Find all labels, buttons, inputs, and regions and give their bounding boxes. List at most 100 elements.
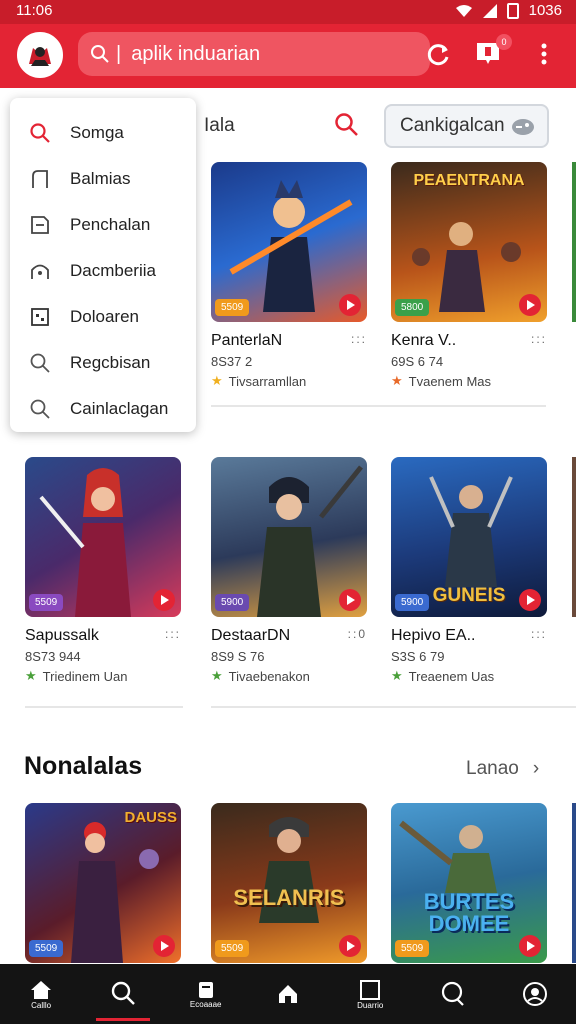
game-thumbnail[interactable]: DAUSS 5509 bbox=[25, 803, 181, 963]
game-card[interactable]: GUNEIS 5900 Hepivo EA..::: S3S 6 79 ★ Tre… bbox=[391, 457, 547, 684]
gamepad-icon bbox=[512, 119, 534, 135]
refresh-icon[interactable] bbox=[424, 40, 452, 68]
game-thumbnail[interactable]: 5509 bbox=[211, 162, 367, 322]
game-card[interactable]: DAUSS 5509 bbox=[25, 803, 181, 963]
game-card[interactable]: 5509 Sapussalk::: 8S73 944 ★ Triedinem Ua… bbox=[25, 457, 181, 684]
rating-label: Treaenem Uas bbox=[408, 668, 495, 684]
menu-item-label: Dacmberiia bbox=[70, 261, 156, 280]
partial-game-card[interactable] bbox=[572, 803, 576, 963]
more-vertical-icon[interactable] bbox=[530, 40, 558, 68]
game-title-row: Hepivo EA..::: bbox=[391, 627, 547, 645]
menu-item-dacmberiia[interactable]: Dacmberiia bbox=[10, 248, 196, 294]
play-icon[interactable] bbox=[519, 935, 541, 957]
game-card[interactable]: SELANRIS 5509 bbox=[211, 803, 367, 963]
game-thumbnail[interactable]: 5900 bbox=[211, 457, 367, 617]
nav-library[interactable]: Ecoaaae bbox=[179, 967, 233, 1021]
play-icon[interactable] bbox=[519, 294, 541, 316]
bookmark-icon bbox=[28, 167, 52, 191]
rating-label: Tvaenem Mas bbox=[408, 373, 492, 389]
game-title-row: PanterlaN::: bbox=[211, 332, 367, 350]
game-meta: 8S73 944 bbox=[25, 649, 81, 664]
home-icon bbox=[28, 259, 52, 283]
search-bar[interactable]: | aplik induarian bbox=[78, 32, 430, 76]
notifications-button[interactable]: 0 bbox=[474, 34, 512, 71]
app-header: | aplik induarian 0 bbox=[0, 24, 576, 88]
menu-item-doloaren[interactable]: Doloaren bbox=[10, 294, 196, 340]
game-thumbnail[interactable]: BURTES DOMEE 5509 bbox=[391, 803, 547, 963]
star-icon: ★ bbox=[25, 668, 37, 683]
menu-item-label: Somga bbox=[70, 123, 124, 142]
menu-item-label: Penchalan bbox=[70, 215, 151, 234]
nav-square[interactable]: Duarrio bbox=[343, 967, 397, 1021]
game-banner-text: SELANRIS bbox=[233, 885, 345, 910]
play-icon[interactable] bbox=[339, 294, 361, 316]
square-icon bbox=[360, 979, 381, 1000]
game-meta: 69S 6 74 bbox=[391, 354, 444, 369]
nav-dropdown-menu: Somga Balmias Penchalan Dacmberiia Doloa… bbox=[10, 98, 196, 432]
nav-home[interactable]: Calllo bbox=[14, 967, 68, 1021]
game-rating: ★ Triedinem Uan bbox=[25, 668, 181, 684]
menu-item-regcbisan[interactable]: Regcbisan bbox=[10, 340, 196, 386]
price-badge: 5800 bbox=[395, 299, 430, 316]
game-rating: ★ Tivaebenakon bbox=[211, 668, 367, 684]
game-title-suffix: ::: bbox=[530, 627, 547, 641]
price-badge: 5900 bbox=[215, 594, 250, 611]
game-rating: ★ Tivsarramllan bbox=[211, 373, 367, 389]
star-icon: ★ bbox=[211, 373, 223, 388]
battery-level: 1036 bbox=[528, 2, 562, 19]
game-card[interactable]: 5900 DestaarDN::0 8S9 S 76 ★ Tivaebenakon bbox=[211, 457, 367, 684]
see-all-link[interactable]: Lanao › bbox=[466, 758, 539, 780]
game-meta: 8S37 2 bbox=[211, 354, 253, 369]
game-title: PanterlaN bbox=[211, 332, 283, 349]
menu-item-penchalan[interactable]: Penchalan bbox=[10, 202, 196, 248]
game-title-row: Kenra V..::: bbox=[391, 332, 547, 350]
partial-game-card[interactable] bbox=[572, 457, 576, 617]
nav-label: Ecoaaae bbox=[189, 999, 222, 1009]
game-card[interactable]: 5509 PanterlaN::: 8S37 2 ★ Tivsarramllan bbox=[211, 162, 367, 389]
nav-label: Calllo bbox=[31, 1000, 52, 1010]
game-title: DestaarDN bbox=[211, 627, 291, 644]
nav-house[interactable] bbox=[261, 967, 315, 1021]
game-card[interactable]: BURTES DOMEE 5509 bbox=[391, 803, 547, 963]
game-thumbnail[interactable]: SELANRIS 5509 bbox=[211, 803, 367, 963]
search-icon bbox=[28, 121, 52, 145]
game-title: Kenra V.. bbox=[391, 332, 457, 349]
divider bbox=[25, 706, 183, 708]
see-all-label: Lanao bbox=[466, 758, 519, 779]
nav-chat[interactable] bbox=[426, 967, 480, 1021]
menu-item-balmias[interactable]: Balmias bbox=[10, 156, 196, 202]
price-badge: 5900 bbox=[395, 594, 430, 611]
play-icon[interactable] bbox=[339, 589, 361, 611]
search-icon bbox=[28, 351, 52, 375]
menu-item-label: Balmias bbox=[70, 169, 131, 188]
game-thumbnail[interactable]: PEAENTRANA 5800 bbox=[391, 162, 547, 322]
game-title-suffix: ::: bbox=[530, 332, 547, 346]
nav-search[interactable] bbox=[96, 967, 151, 1021]
game-thumbnail[interactable]: GUNEIS 5900 bbox=[391, 457, 547, 617]
menu-item-label: Doloaren bbox=[70, 307, 139, 326]
rating-label: Triedinem Uan bbox=[42, 668, 128, 684]
search-input[interactable]: aplik induarian bbox=[131, 43, 260, 66]
app-logo[interactable] bbox=[17, 32, 63, 78]
partial-game-card[interactable] bbox=[572, 162, 576, 322]
search-icon[interactable] bbox=[334, 112, 360, 138]
game-card[interactable]: PEAENTRANA 5800 Kenra V..::: 69S 6 74 ★ T… bbox=[391, 162, 547, 389]
game-title-suffix: ::: bbox=[164, 627, 181, 641]
category-filter-button[interactable]: Cankigalcan bbox=[384, 104, 549, 148]
game-thumbnail[interactable]: 5509 bbox=[25, 457, 181, 617]
price-badge: 5509 bbox=[29, 594, 64, 611]
library-icon bbox=[198, 981, 213, 998]
play-icon[interactable] bbox=[153, 589, 175, 611]
price-badge: 5509 bbox=[29, 940, 64, 957]
menu-item-cainlaclagan[interactable]: Cainlaclagan bbox=[10, 386, 196, 432]
price-badge: 5509 bbox=[215, 299, 250, 316]
nav-profile[interactable] bbox=[508, 967, 562, 1021]
menu-item-somga[interactable]: Somga bbox=[10, 110, 196, 156]
play-icon[interactable] bbox=[153, 935, 175, 957]
mascot-logo-icon bbox=[20, 35, 60, 75]
game-title-suffix: ::0 bbox=[347, 627, 367, 641]
play-icon[interactable] bbox=[519, 589, 541, 611]
home-icon bbox=[31, 980, 52, 999]
notification-badge: 0 bbox=[496, 34, 512, 50]
play-icon[interactable] bbox=[339, 935, 361, 957]
